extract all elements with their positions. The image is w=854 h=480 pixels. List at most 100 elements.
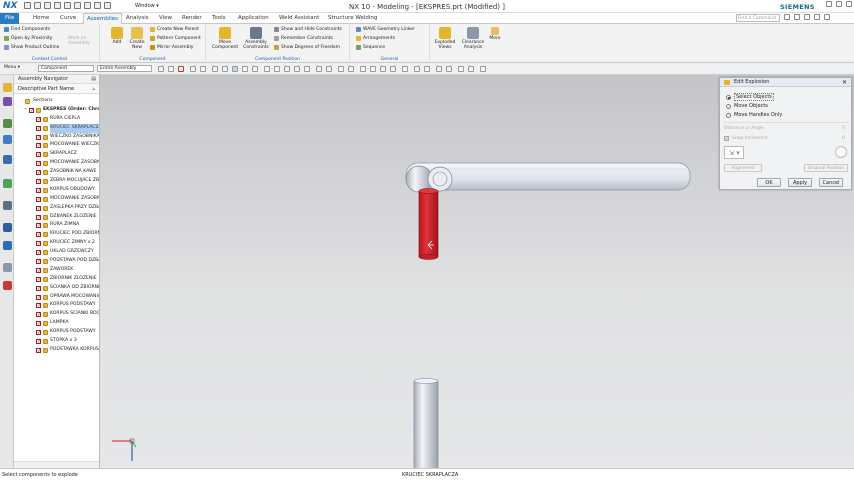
- select-objects-radio[interactable]: Select Objects: [726, 93, 774, 101]
- snap-pole-icon[interactable]: [338, 66, 344, 72]
- select-all-icon[interactable]: [168, 66, 174, 72]
- visibility-checkbox[interactable]: ✓: [36, 250, 41, 256]
- column-sort-icon[interactable]: ▵: [92, 84, 95, 94]
- distance-field[interactable]: 0: [815, 126, 845, 131]
- snap-tangent-icon[interactable]: [348, 66, 354, 72]
- view-fit-icon[interactable]: [360, 66, 366, 72]
- render-style-icon[interactable]: [414, 66, 420, 72]
- snap-increment-checkbox[interactable]: ✓: [724, 136, 729, 141]
- close-icon[interactable]: [846, 1, 852, 7]
- vector-specify-button[interactable]: ⇲ ▾: [724, 146, 744, 159]
- visibility-checkbox[interactable]: ✓: [36, 303, 41, 309]
- tree-item[interactable]: ✓ ZBIORNIK ZLOZENIE: [14, 275, 99, 284]
- minimize-icon[interactable]: [826, 1, 832, 7]
- visibility-checkbox[interactable]: ✓: [36, 347, 41, 353]
- tree-item[interactable]: ✓ SKRAPLACZ: [14, 150, 99, 159]
- tree-item[interactable]: ✓ UKLAD GRZEWCZY: [14, 248, 99, 257]
- tree-item[interactable]: ✓ MOCOWANIE ZASOBNIKA: [14, 195, 99, 204]
- arrangements-button[interactable]: Arrangements: [356, 36, 395, 41]
- tree-item[interactable]: ✓ ZEBRA MOCUJACE ZB: [14, 177, 99, 186]
- tree-item[interactable]: ✓ PODSTAWKA KORPUSU: [14, 346, 99, 355]
- dialog-close-icon[interactable]: ✕: [842, 78, 847, 87]
- tree-item[interactable]: ✓ RURA ZIMNA: [14, 221, 99, 230]
- visibility-checkbox[interactable]: ✓: [36, 330, 41, 336]
- lower-cylinder-part[interactable]: [413, 378, 439, 469]
- navigator-column-header[interactable]: Descriptive Part Name ▵: [14, 84, 99, 94]
- snap-bounded-icon[interactable]: [326, 66, 332, 72]
- tab-curve[interactable]: Curve: [60, 13, 76, 24]
- remember-constraints-button[interactable]: Remember Constraints: [274, 36, 333, 41]
- tree-item[interactable]: ✓ PODSTAWA POD DZBANEK: [14, 257, 99, 266]
- visibility-checkbox[interactable]: ✓: [36, 143, 41, 149]
- snap-icon[interactable]: [200, 66, 206, 72]
- exploded-views-button[interactable]: Exploded Views: [432, 27, 458, 50]
- tube-arm-part[interactable]: [405, 162, 691, 193]
- help-icon[interactable]: [784, 14, 790, 20]
- snap-curve-icon[interactable]: [304, 66, 310, 72]
- type-filter-select[interactable]: Component: [38, 65, 94, 72]
- repeat-command-icon[interactable]: [84, 2, 91, 9]
- snap-point-icon[interactable]: [212, 66, 218, 72]
- tab-view[interactable]: View: [159, 13, 172, 24]
- reuse-library-tab-icon[interactable]: [3, 135, 12, 144]
- visibility-checkbox[interactable]: ✓: [29, 107, 34, 113]
- selected-component-kruciec[interactable]: [418, 188, 439, 260]
- scope-select[interactable]: Entire Assembly: [97, 65, 152, 72]
- touch-mode-icon[interactable]: [94, 2, 101, 9]
- assembly-constraints-button[interactable]: Assembly Constraints: [242, 27, 270, 50]
- visibility-checkbox[interactable]: ✓: [36, 294, 41, 300]
- snap-grid-icon[interactable]: [222, 66, 228, 72]
- snap-end-icon[interactable]: [232, 66, 238, 72]
- view-triad-icon[interactable]: [112, 438, 137, 461]
- redo-icon[interactable]: [44, 2, 51, 9]
- pattern-component-button[interactable]: Pattern Component: [150, 36, 201, 41]
- tree-item[interactable]: ✓ STOPKA x 3: [14, 337, 99, 346]
- rotate-icon[interactable]: [380, 66, 386, 72]
- ribbon-minimize-icon[interactable]: [804, 14, 810, 20]
- settings-icon[interactable]: [794, 14, 800, 20]
- maximize-icon[interactable]: [836, 1, 842, 7]
- tab-weld-assistant[interactable]: Weld Assistant: [279, 13, 319, 24]
- visibility-checkbox[interactable]: ✓: [36, 339, 41, 345]
- ribbon-restore-icon[interactable]: [814, 14, 820, 20]
- snap-increment-field[interactable]: 0: [815, 136, 845, 141]
- manufacturing-wizards-tab-icon[interactable]: [3, 241, 12, 250]
- visibility-checkbox[interactable]: ✓: [36, 196, 41, 202]
- tab-application[interactable]: Application: [238, 13, 269, 24]
- show-dof-button[interactable]: Show Degrees of Freedom: [274, 45, 340, 50]
- hd3d-tools-tab-icon[interactable]: [3, 155, 12, 164]
- system-scenes-tab-icon[interactable]: [3, 281, 12, 290]
- visibility-checkbox[interactable]: ✓: [36, 232, 41, 238]
- snap-control-icon[interactable]: [252, 66, 258, 72]
- visibility-checkbox[interactable]: ✓: [36, 134, 41, 140]
- selection-intent-icon[interactable]: [190, 66, 196, 72]
- sequence-button[interactable]: Sequence: [356, 45, 385, 50]
- pan-icon[interactable]: [390, 66, 396, 72]
- root-assembly-row[interactable]: − ✓ EKSPRES (Order: Chrono: [14, 106, 99, 115]
- tab-tools[interactable]: Tools: [212, 13, 226, 24]
- constraint-navigator-tab-icon[interactable]: [3, 97, 12, 106]
- tree-item[interactable]: ✓ KRUCIEC SKRAPLACZA: [14, 123, 99, 133]
- switch-window-icon[interactable]: [104, 2, 111, 9]
- snap-center-icon[interactable]: [274, 66, 280, 72]
- tree-item[interactable]: ✓ WIECZKO ZASOBNIKA: [14, 133, 99, 142]
- visibility-checkbox[interactable]: ✓: [36, 312, 41, 318]
- ok-button[interactable]: OK: [757, 178, 781, 187]
- assembly-navigator-tab-icon[interactable]: [3, 83, 12, 92]
- find-components-button[interactable]: Find Components: [4, 27, 50, 32]
- visibility-checkbox[interactable]: ✓: [36, 223, 41, 229]
- move-objects-radio[interactable]: Move Objects: [726, 103, 768, 109]
- tree-item[interactable]: ✓ ZASLEPKA PRZY DZBANK: [14, 204, 99, 213]
- move-handles-only-radio[interactable]: Move Handles Only: [726, 112, 782, 118]
- work-on-assembly-button[interactable]: Work on Assembly: [68, 36, 98, 46]
- paste-icon[interactable]: [74, 2, 81, 9]
- wave-geometry-linker-button[interactable]: WAVE Geometry Linker: [356, 27, 415, 32]
- zoom-icon[interactable]: [370, 66, 376, 72]
- visibility-checkbox[interactable]: ✓: [36, 161, 41, 167]
- create-new-button[interactable]: Create New: [127, 27, 147, 50]
- deselect-icon[interactable]: [178, 66, 184, 72]
- edit-section-icon[interactable]: [458, 66, 464, 72]
- tree-item[interactable]: ✓ MOCOWANIE WIECZKA: [14, 141, 99, 150]
- tree-item[interactable]: ✓ ZAWOREK: [14, 266, 99, 275]
- sections-row[interactable]: Sections: [14, 97, 99, 106]
